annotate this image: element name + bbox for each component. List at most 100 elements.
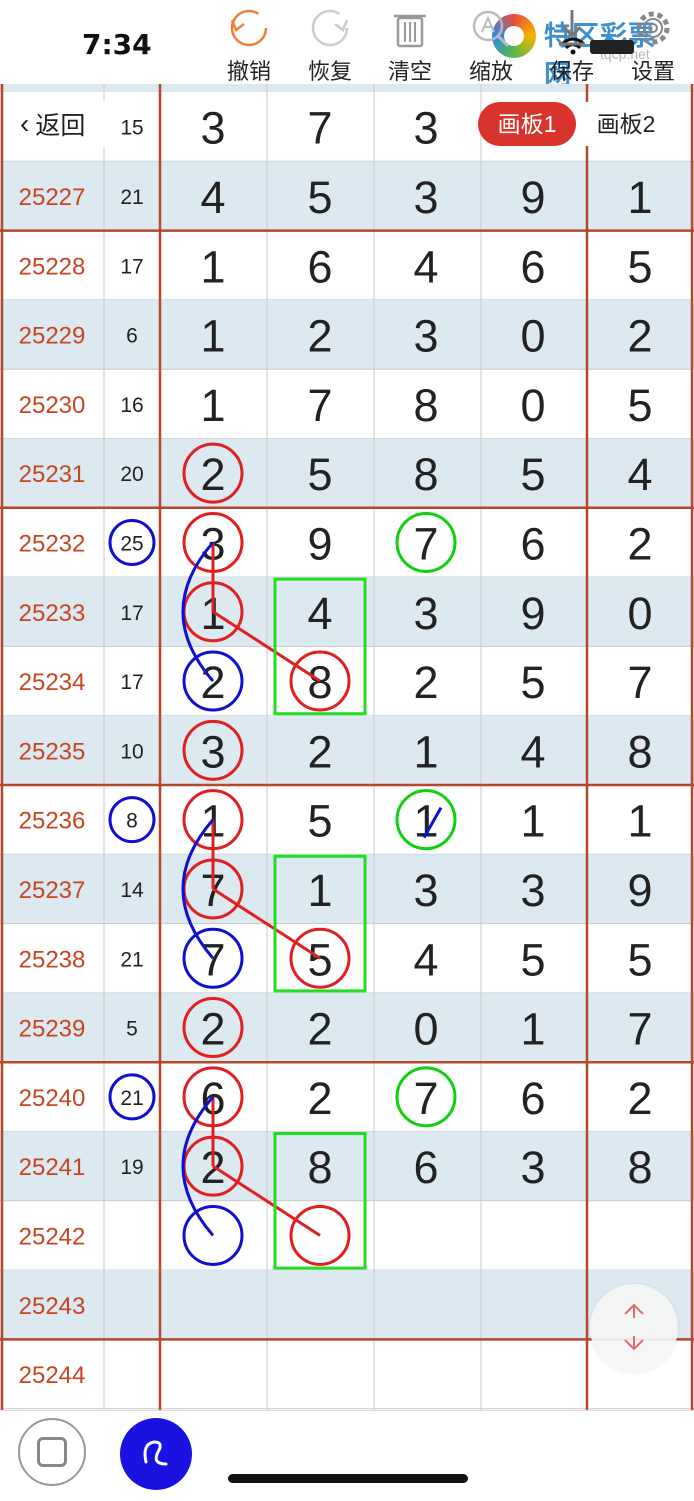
digit-cell[interactable]: 3 <box>413 311 438 362</box>
digit-cell[interactable]: 6 <box>520 518 545 569</box>
digit-cell[interactable]: 3 <box>413 172 438 223</box>
digit-cell[interactable]: 7 <box>627 1004 652 1055</box>
zoom-button[interactable]: 缩放 <box>456 0 526 90</box>
digit-cell[interactable]: 7 <box>413 1073 438 1124</box>
clear-button[interactable]: 清空 <box>375 0 445 90</box>
sum-value: 21 <box>120 1087 143 1110</box>
digit-cell[interactable]: 9 <box>627 865 652 916</box>
digit-cell[interactable]: 9 <box>520 588 545 639</box>
digit-cell[interactable]: 1 <box>200 311 225 362</box>
tab-board-2[interactable]: 画板2 <box>584 102 668 146</box>
pen-curve-icon <box>143 1440 168 1466</box>
digit-cell[interactable]: 1 <box>200 241 225 292</box>
digit-cell[interactable]: 1 <box>413 726 438 777</box>
digit-cell[interactable]: 5 <box>307 172 332 223</box>
period-number: 25233 <box>19 600 86 627</box>
digit-cell[interactable]: 5 <box>627 380 652 431</box>
period-number: 25232 <box>19 530 86 557</box>
digit-cell[interactable]: 7 <box>413 518 438 569</box>
digit-cell[interactable]: 3 <box>413 865 438 916</box>
digit-cell[interactable]: 7 <box>200 934 225 985</box>
sum-value: 19 <box>120 1156 143 1179</box>
digit-cell[interactable]: 5 <box>520 657 545 708</box>
digit-cell[interactable]: 7 <box>627 657 652 708</box>
digit-cell[interactable]: 2 <box>627 518 652 569</box>
period-number: 25240 <box>19 1085 86 1112</box>
digit-cell[interactable]: 5 <box>307 449 332 500</box>
digit-cell[interactable]: 8 <box>307 1142 332 1193</box>
sum-value: 17 <box>120 671 143 694</box>
digit-cell[interactable]: 1 <box>627 172 652 223</box>
digit-cell[interactable]: 4 <box>200 172 225 223</box>
digit-cell[interactable]: 6 <box>520 1073 545 1124</box>
digit-cell[interactable]: 2 <box>627 1073 652 1124</box>
digit-cell[interactable]: 4 <box>627 449 652 500</box>
redo-button[interactable]: 恢复 <box>295 0 365 90</box>
settings-button[interactable]: 设置 <box>618 0 688 90</box>
digit-cell[interactable]: 4 <box>413 241 438 292</box>
digit-cell[interactable]: 7 <box>307 103 332 154</box>
digit-cell[interactable]: 2 <box>307 311 332 362</box>
digit-cell[interactable]: 5 <box>307 934 332 985</box>
period-number: 25244 <box>19 1362 86 1389</box>
digit-cell[interactable]: 8 <box>413 449 438 500</box>
digit-cell[interactable]: 3 <box>413 588 438 639</box>
digit-cell[interactable]: 1 <box>307 865 332 916</box>
digit-cell[interactable]: 3 <box>200 726 225 777</box>
digit-cell[interactable]: 8 <box>307 657 332 708</box>
digit-cell[interactable]: 4 <box>520 726 545 777</box>
digit-cell[interactable]: 5 <box>520 449 545 500</box>
digit-cell[interactable]: 0 <box>627 588 652 639</box>
digit-cell[interactable]: 8 <box>627 1142 652 1193</box>
trend-board[interactable]: 2522615373725227214539125228171646525229… <box>0 84 694 1410</box>
digit-cell[interactable]: 5 <box>627 241 652 292</box>
digit-cell[interactable]: 2 <box>200 1004 225 1055</box>
digit-cell[interactable]: 6 <box>520 241 545 292</box>
save-label: 保存 <box>549 59 594 84</box>
digit-cell[interactable]: 1 <box>200 380 225 431</box>
digit-cell[interactable]: 5 <box>520 934 545 985</box>
digit-cell[interactable]: 4 <box>413 934 438 985</box>
digit-cell[interactable]: 2 <box>307 1004 332 1055</box>
digit-cell[interactable]: 5 <box>627 934 652 985</box>
digit-cell[interactable]: 1 <box>520 1004 545 1055</box>
digit-cell[interactable]: 9 <box>520 172 545 223</box>
period-number: 25235 <box>19 738 86 765</box>
tab-board-1[interactable]: 画板1 <box>478 102 576 146</box>
back-button[interactable]: ‹ 返回 <box>20 100 120 148</box>
digit-cell[interactable]: 3 <box>413 103 438 154</box>
save-button[interactable]: 保存 <box>537 0 607 90</box>
digit-cell[interactable]: 9 <box>307 518 332 569</box>
period-number: 25228 <box>19 253 86 280</box>
digit-cell[interactable]: 2 <box>413 657 438 708</box>
digit-cell[interactable]: 2 <box>307 726 332 777</box>
clear-label: 清空 <box>387 59 432 84</box>
scroll-toggle-button[interactable] <box>590 1284 678 1372</box>
freehand-tool-button[interactable] <box>120 1418 192 1490</box>
digit-cell[interactable]: 7 <box>307 380 332 431</box>
digit-cell[interactable]: 3 <box>520 865 545 916</box>
digit-cell[interactable]: 1 <box>627 796 652 847</box>
sum-value: 16 <box>120 394 143 417</box>
digit-cell[interactable]: 0 <box>520 311 545 362</box>
board-canvas[interactable]: 2522615373725227214539125228171646525229… <box>0 84 694 1410</box>
sum-value: 21 <box>120 948 143 971</box>
digit-cell[interactable]: 2 <box>200 657 225 708</box>
digit-cell[interactable]: 3 <box>520 1142 545 1193</box>
undo-button[interactable]: 撤销 <box>214 0 284 90</box>
digit-cell[interactable]: 5 <box>307 796 332 847</box>
digit-cell[interactable]: 6 <box>413 1142 438 1193</box>
digit-cell[interactable]: 1 <box>520 796 545 847</box>
digit-cell[interactable]: 2 <box>627 311 652 362</box>
period-number: 25227 <box>19 184 86 211</box>
digit-cell[interactable]: 2 <box>307 1073 332 1124</box>
digit-cell[interactable]: 6 <box>307 241 332 292</box>
digit-cell[interactable]: 4 <box>307 588 332 639</box>
digit-cell[interactable]: 0 <box>520 380 545 431</box>
digit-cell[interactable]: 3 <box>200 103 225 154</box>
digit-cell[interactable]: 2 <box>200 449 225 500</box>
digit-cell[interactable]: 8 <box>627 726 652 777</box>
digit-cell[interactable]: 0 <box>413 1004 438 1055</box>
shape-tool-button[interactable] <box>18 1418 86 1486</box>
digit-cell[interactable]: 8 <box>413 380 438 431</box>
